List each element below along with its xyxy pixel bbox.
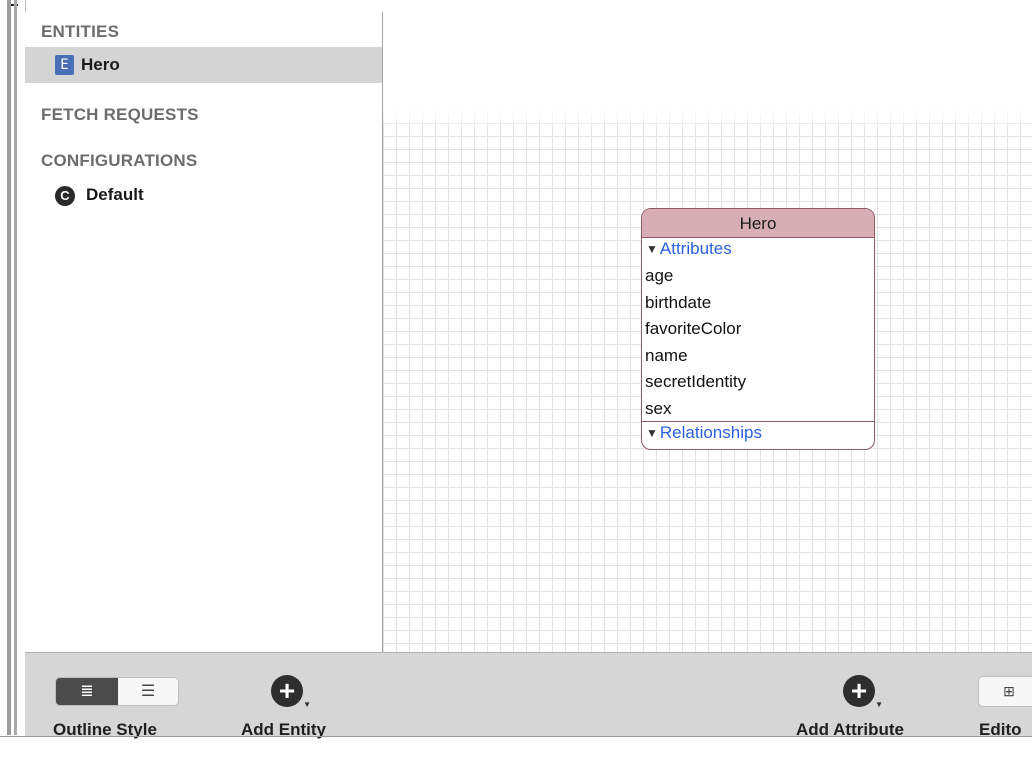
add-entity-label: Add Entity bbox=[241, 720, 326, 739]
sidebar-item-default-configuration[interactable]: Default bbox=[86, 185, 144, 205]
outline-style-segmented-control[interactable]: ≣ ☰ bbox=[55, 677, 179, 706]
disclosure-triangle-icon: ▼ bbox=[646, 426, 658, 440]
entity-e-icon: E bbox=[55, 55, 74, 75]
configuration-c-icon: C bbox=[55, 186, 75, 206]
entity-node-title[interactable]: Hero bbox=[642, 209, 874, 238]
dropdown-caret-icon: ▼ bbox=[303, 700, 311, 709]
table-icon: ⊞ bbox=[1003, 683, 1015, 699]
list-style-icon[interactable]: ≣ bbox=[56, 678, 118, 705]
entities-header: ENTITIES bbox=[41, 22, 120, 41]
bottom-toolbar: ≣ ☰ Outline Style + ▼ Add Entity + ▼ Add A… bbox=[25, 652, 1032, 739]
editor-style-label: Edito bbox=[979, 720, 1022, 739]
hero-entity-node[interactable]: Hero ▼ Attributes age birthdate favoriteC… bbox=[641, 208, 875, 450]
add-attribute-button[interactable]: + ▼ bbox=[843, 675, 883, 709]
fetch-requests-header[interactable]: FETCH REQUESTS bbox=[41, 105, 199, 125]
attributes-section-toggle[interactable]: ▼ Attributes bbox=[642, 238, 874, 262]
outline-sidebar: ENTITIES E Hero FETCH REQUESTS CONFIGURA… bbox=[25, 12, 383, 652]
attribute-row[interactable]: sex bbox=[642, 395, 874, 422]
add-attribute-label: Add Attribute bbox=[796, 720, 904, 739]
relationships-label: Relationships bbox=[659, 423, 762, 442]
grid-fade bbox=[383, 110, 1032, 130]
hierarchy-style-icon[interactable]: ☰ bbox=[118, 678, 178, 705]
entity-label: Hero bbox=[81, 55, 120, 74]
disclosure-triangle-icon: ▼ bbox=[646, 242, 658, 256]
outline-style-label: Outline Style bbox=[53, 720, 157, 739]
attribute-row[interactable]: name bbox=[642, 342, 874, 369]
attribute-row[interactable]: birthdate bbox=[642, 289, 874, 316]
attribute-row[interactable]: age bbox=[642, 262, 874, 289]
relationships-section-toggle[interactable]: ▼ Relationships bbox=[642, 421, 874, 446]
window-bottom-edge bbox=[0, 736, 1032, 737]
diagram-canvas[interactable]: Hero ▼ Attributes age birthdate favoriteC… bbox=[383, 0, 1032, 652]
sidebar-top-border bbox=[25, 0, 26, 12]
add-entity-button[interactable]: + ▼ bbox=[271, 675, 311, 709]
attributes-label: Attributes bbox=[659, 239, 732, 258]
editor-style-button[interactable]: ⊞ bbox=[978, 676, 1032, 707]
window-edge bbox=[7, 0, 11, 735]
attribute-row[interactable]: secretIdentity bbox=[642, 368, 874, 395]
configurations-header[interactable]: CONFIGURATIONS bbox=[41, 151, 197, 171]
dropdown-caret-icon: ▼ bbox=[875, 700, 883, 709]
window-edge-inner bbox=[14, 0, 17, 735]
attribute-row[interactable]: favoriteColor bbox=[642, 315, 874, 342]
xcode-core-data-editor: ENTITIES E Hero FETCH REQUESTS CONFIGURA… bbox=[0, 0, 1032, 763]
sidebar-item-hero-entity[interactable]: E Hero bbox=[25, 47, 382, 83]
